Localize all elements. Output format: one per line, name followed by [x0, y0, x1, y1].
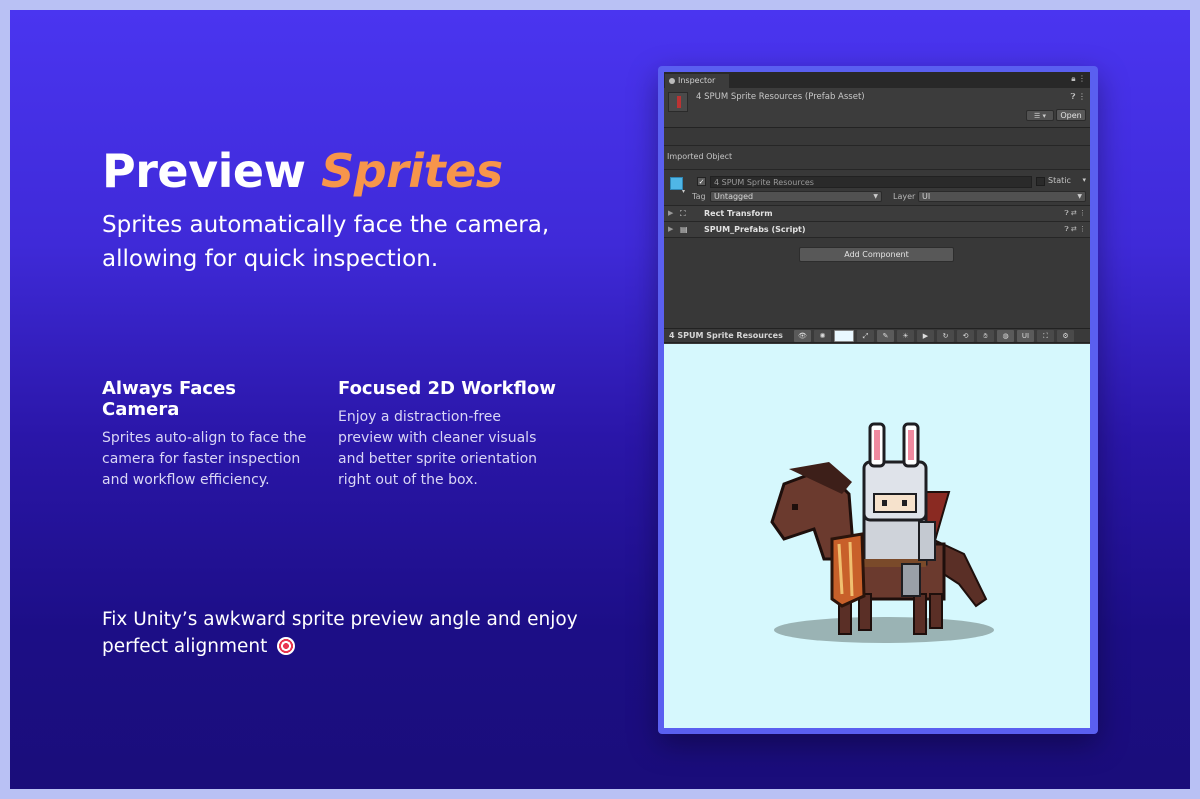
static-label: Static [1048, 176, 1071, 185]
help-menu-icons[interactable]: ❓︎ ⋮ [1071, 92, 1086, 102]
component-menu-icons[interactable]: ❓︎ ⇄ ⋮ [1064, 209, 1086, 218]
script-icon: ▤ [680, 225, 688, 234]
open-button[interactable]: Open [1056, 109, 1086, 121]
component-spum-prefabs[interactable]: ▶ ▤ SPUM_Prefabs (Script) ❓︎ ⇄ ⋮ [664, 222, 1090, 238]
component-rect-transform[interactable]: ▶ ⛶ Rect Transform ❓︎ ⇄ ⋮ [664, 206, 1090, 222]
static-checkbox[interactable] [1036, 177, 1045, 186]
poster: Preview Sprites Sprites automatically fa… [10, 10, 1190, 789]
layer-value: UI [922, 192, 931, 201]
tag-value: Untagged [714, 192, 754, 201]
ui-toggle[interactable]: UI [1017, 330, 1034, 342]
feature-always-faces-camera: Always Faces Camera Sprites auto-align t… [102, 378, 312, 491]
background-color-swatch[interactable] [834, 330, 854, 342]
feature-title: Focused 2D Workflow [338, 378, 556, 399]
component-menu-icons[interactable]: ❓︎ ⇄ ⋮ [1064, 225, 1086, 234]
preview-tools: 👁︎ ✺ ⤢ ✎ ☀ ▶ ↻ ⟲ ✋︎ ◍ UI ⛶ ⚙ [794, 330, 1074, 342]
orbit-icon[interactable]: ⟲ [957, 330, 974, 342]
brush-icon[interactable]: ✎ [877, 330, 894, 342]
fold-arrow-icon[interactable]: ▶ [668, 225, 673, 233]
feature-focused-2d-workflow: Focused 2D Workflow Enjoy a distraction-… [338, 378, 558, 491]
page-title: Preview Sprites [102, 144, 503, 198]
eyedropper-icon[interactable]: ⤢ [857, 330, 874, 342]
chevron-down-icon: ▼ [873, 193, 878, 200]
title-plain: Preview [102, 144, 306, 198]
section-label: Imported Object [664, 146, 1090, 170]
sphere-icon[interactable]: ◍ [997, 330, 1014, 342]
tab-inspector[interactable]: Inspector [665, 74, 729, 88]
feature-body: Enjoy a distraction-free preview with cl… [338, 409, 538, 488]
chevron-down-icon[interactable]: ▾ [682, 188, 685, 195]
target-icon [277, 637, 296, 655]
layer-dropdown[interactable]: UI ▼ [918, 191, 1086, 202]
tag-label: Tag [692, 192, 706, 201]
light-icon[interactable]: ☀ [897, 330, 914, 342]
tag-dropdown[interactable]: Untagged ▼ [710, 191, 882, 202]
sprite-preview-area[interactable] [664, 344, 1090, 728]
gameobject-row: ▾ ✓ 4 SPUM Sprite Resources Static ▾ Tag… [664, 170, 1090, 206]
component-label: Rect Transform [704, 209, 773, 218]
header-spacer [664, 128, 1090, 146]
inspector-window: Inspector 🔒︎ ⋮ 4 SPUM Sprite Resources (… [664, 72, 1090, 728]
footer-text: Fix Unity’s awkward sprite preview angle… [102, 606, 582, 660]
camera-icon[interactable]: ▶ [917, 330, 934, 342]
info-icon [669, 78, 675, 84]
add-component-button[interactable]: Add Component [799, 247, 954, 262]
tab-bar: Inspector 🔒︎ ⋮ [664, 72, 1090, 88]
chevron-down-icon: ▼ [1077, 193, 1082, 200]
active-checkbox[interactable]: ✓ [697, 177, 706, 186]
gear-icon[interactable]: ⚙ [1057, 330, 1074, 342]
hand-icon[interactable]: ✋︎ [977, 330, 994, 342]
preview-title: 4 SPUM Sprite Resources [669, 331, 783, 340]
prefab-thumbnail [668, 92, 688, 112]
rect-transform-icon: ⛶ [680, 209, 686, 218]
fx-icon[interactable]: ✺ [814, 330, 831, 342]
inspector-frame: Inspector 🔒︎ ⋮ 4 SPUM Sprite Resources (… [658, 66, 1098, 734]
layer-label: Layer [893, 192, 916, 201]
frame-icon[interactable]: ⛶ [1037, 330, 1054, 342]
static-dropdown-icon[interactable]: ▾ [1082, 176, 1086, 184]
rotate-icon[interactable]: ↻ [937, 330, 954, 342]
title-accent: Sprites [321, 144, 503, 198]
eye-icon[interactable]: 👁︎ [794, 330, 811, 342]
asset-header: 4 SPUM Sprite Resources (Prefab Asset) ❓… [664, 88, 1090, 128]
tab-label: Inspector [678, 76, 716, 85]
fold-arrow-icon[interactable]: ▶ [668, 209, 673, 217]
feature-title: Always Faces Camera [102, 378, 237, 420]
footer-text-content: Fix Unity’s awkward sprite preview angle… [102, 609, 578, 657]
overrides-dropdown[interactable]: ☰ ▾ [1026, 110, 1054, 121]
knight-sprite [770, 422, 994, 643]
asset-title: 4 SPUM Sprite Resources (Prefab Asset) [696, 92, 865, 102]
feature-body: Sprites auto-align to face the camera fo… [102, 430, 307, 488]
subtitle: Sprites automatically face the camera, a… [102, 212, 550, 272]
component-label: SPUM_Prefabs (Script) [704, 225, 806, 234]
lock-menu-icons[interactable]: 🔒︎ ⋮ [1071, 74, 1086, 84]
preview-toolbar: 4 SPUM Sprite Resources 👁︎ ✺ ⤢ ✎ ☀ ▶ ↻ ⟲… [664, 328, 1090, 343]
gameobject-name-field[interactable]: 4 SPUM Sprite Resources [710, 176, 1032, 188]
